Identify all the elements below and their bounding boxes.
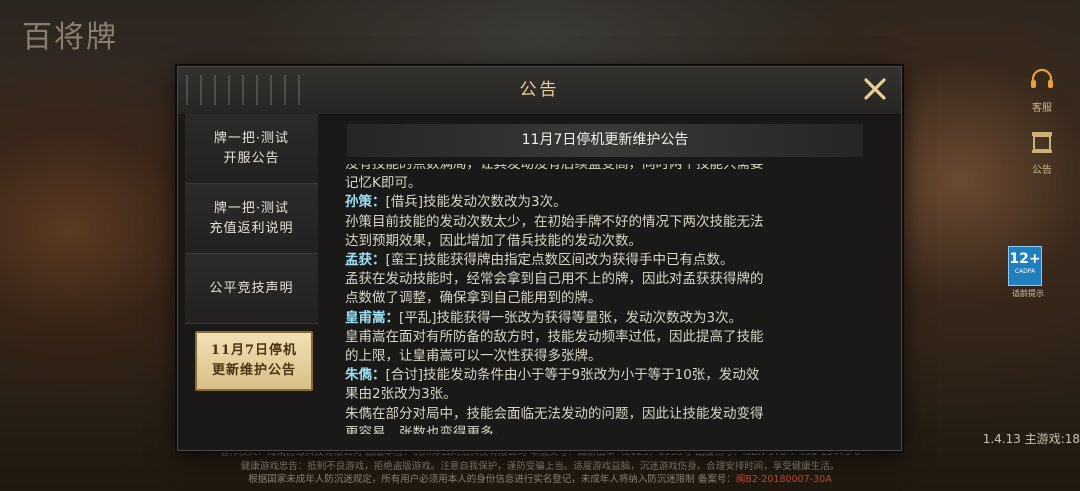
service-label: 客服 (1032, 103, 1052, 114)
notice-side-button[interactable]: 公告 (1018, 128, 1066, 176)
footer-line-3: 根据国家未成年人防沉迷规定，所有用户必须用本人的身份信息进行实名登记，未成年人将… (0, 473, 1080, 487)
dialog-header: 公告 (178, 67, 901, 115)
notice-content: 11月7日停机更新维护公告 没有技能的点数满局，让其发动没有后续蓝变高，同时两个… (337, 114, 893, 442)
notice-line: 的上限，让皇甫嵩可以一次性获得多张牌。 (345, 347, 863, 366)
notice-tab-list: 牌一把·测试 开服公告 牌一把·测试 充值返利说明 公平竞技声明 11月7日停机 更新… (185, 114, 318, 442)
footer-line-2: 健康游戏忠告：抵制不良游戏，拒绝盗版游戏。注意自我保护，谨防受骗上当。适度游戏益… (240, 460, 840, 472)
notice-line-text: [合讨]技能发动条件由小于等于9张改为小于等于10张，发动效 (385, 367, 760, 384)
notice-line-text: 更容易，张数也变得更多。 (345, 424, 507, 434)
notice-line-text: [平乱]技能获得一张改为获得等量张，发动次数改为3次。 (399, 309, 743, 326)
notice-line-text: 的上限，让皇甫嵩可以一次性获得多张牌。 (345, 348, 602, 365)
notice-body: 没有技能的点数满局，让其发动没有后续蓝变高，同时两个技能只需要记忆K即可。 孙策：… (345, 164, 863, 434)
notice-line: 孙策：[借兵]技能发动次数改为3次。 (345, 193, 863, 212)
notice-line-text: 点数做了调整，确保拿到自己能用到的牌。 (345, 290, 602, 307)
notice-side-label: 公告 (1032, 165, 1052, 176)
age-rating-badge: 12+ CADPA (1008, 246, 1042, 286)
notice-line-text: 没有技能的点数满局，让其发动没有后续蓝变高，同时两个技能只需要 (345, 164, 764, 172)
notice-line-text: 记忆K即可。 (345, 175, 422, 192)
age-rating-value: 12+ (1009, 251, 1041, 267)
close-icon[interactable] (863, 77, 887, 101)
age-rating-org: CADPA (1014, 268, 1036, 275)
notice-line: 朱儁在部分对局中，技能会面临无法发动的问题，因此让技能发动变得 (345, 405, 863, 424)
dialog-title: 公告 (519, 80, 560, 100)
notice-line-text: 达到预期效果，因此增加了借兵技能的发动次数。 (345, 232, 642, 249)
version-label: 1.4.13 主游戏:18 (982, 432, 1080, 446)
tab-label: 牌一把·测试 (213, 130, 290, 146)
footer-line-3-text: 根据国家未成年人防沉迷规定，所有用户必须用本人的身份信息进行实名登记，未成年人将… (248, 474, 736, 485)
notice-body-scroll[interactable]: 没有技能的点数满局，让其发动没有后续蓝变高，同时两个技能只需要记忆K即可。 孙策：… (345, 164, 863, 434)
notice-line: 没有技能的点数满局，让其发动没有后续蓝变高，同时两个技能只需要 (345, 164, 863, 174)
notice-line: 孙策目前技能的发动次数太少，在初始手牌不好的情况下两次技能无法 (345, 213, 863, 232)
notice-line-text: 孟获在发动技能时，经常会拿到自己用不上的牌，因此对孟获获得牌的 (345, 271, 764, 288)
headset-icon (1031, 68, 1053, 88)
notice-line: 孟获：[蛮王]技能获得牌由指定点数区间改为获得手中已有点数。 (345, 251, 863, 270)
tab-recharge-rebate[interactable]: 牌一把·测试 充值返利说明 (185, 184, 318, 254)
game-logo: 百将牌 (22, 20, 118, 55)
tab-label: 开服公告 (223, 150, 280, 166)
notice-line-text: 朱儁在部分对局中，技能会面临无法发动的问题，因此让技能发动变得 (345, 405, 764, 422)
footer-disclaimer: 著作权人：海南游缘科技有限公司 出版单位：杭州淳云网络科技有限公司 审批文号：国… (0, 446, 1080, 487)
tab-label: 更新维护公告 (211, 363, 296, 378)
announcement-dialog: 公告 牌一把·测试 开服公告 牌一把·测试 充值返利说明 公平竞技声明 11月7日停… (177, 66, 902, 451)
notice-line: 皇甫嵩在面对有所防备的敌方时，技能发动频率过低，因此提高了技能 (345, 328, 863, 347)
notice-line: 孟获在发动技能时，经常会拿到自己用不上的牌，因此对孟获获得牌的 (345, 270, 863, 289)
tab-label: 充值返利说明 (209, 220, 294, 236)
notice-line: 达到预期效果，因此增加了借兵技能的发动次数。 (345, 232, 863, 251)
hero-name: 朱儁： (345, 367, 386, 384)
notice-line-text: 果由2张改为3张。 (345, 386, 457, 403)
tab-label: 11月7日停机 (210, 343, 298, 358)
notice-line-text: [蛮王]技能获得牌由指定点数区间改为获得手中已有点数。 (385, 252, 734, 269)
tab-label: 牌一把·测试 (213, 200, 290, 216)
notice-line: 皇甫嵩：[平乱]技能获得一张改为获得等量张，发动次数改为3次。 (345, 309, 863, 328)
tab-fair-play-statement[interactable]: 公平竞技声明 (185, 254, 318, 324)
notice-line-text: [借兵]技能发动次数改为3次。 (385, 194, 567, 211)
notice-line: 朱儁：[合讨]技能发动条件由小于等于9张改为小于等于10张，发动效 (345, 366, 863, 385)
age-rating-caption: 适龄提示 (1012, 289, 1044, 298)
tab-open-server-notice[interactable]: 牌一把·测试 开服公告 (185, 114, 318, 184)
notice-line: 更容易，张数也变得更多。 (345, 424, 863, 434)
notice-title: 11月7日停机更新维护公告 (347, 124, 863, 157)
customer-service-button[interactable]: 客服 (1018, 66, 1066, 114)
scroll-notice-icon (1032, 132, 1052, 153)
hero-name: 皇甫嵩： (345, 309, 399, 326)
hero-name: 孙策： (345, 194, 386, 211)
notice-line: 记忆K即可。 (345, 174, 863, 193)
notice-line: 点数做了调整，确保拿到自己能用到的牌。 (345, 289, 863, 308)
notice-line-text: 皇甫嵩在面对有所防备的敌方时，技能发动频率过低，因此提高了技能 (345, 328, 764, 345)
notice-line: 果由2张改为3张。 (345, 385, 863, 404)
tab-label: 公平竞技声明 (209, 280, 294, 296)
hero-name: 孟获： (345, 252, 386, 269)
notice-line-text: 孙策目前技能的发动次数太少，在初始手牌不好的情况下两次技能无法 (345, 213, 764, 230)
footer-license-link[interactable]: 闽B2-20180007-30A (736, 474, 832, 485)
tab-maintenance-notice[interactable]: 11月7日停机 更新维护公告 (195, 331, 313, 391)
